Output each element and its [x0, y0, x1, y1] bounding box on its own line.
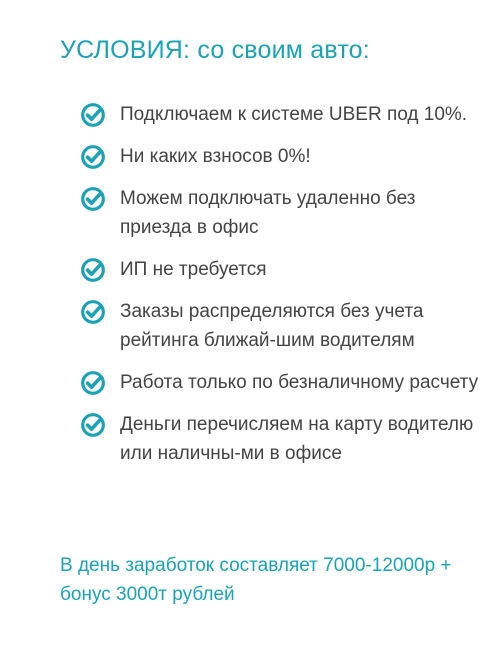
list-item: ИП не требуется [80, 255, 490, 284]
conditions-list: Подключаем к системе UBER под 10%. Ни ка… [80, 100, 490, 481]
list-item: Ни каких взносов 0%! [80, 142, 490, 171]
check-circle-icon [80, 412, 106, 438]
condition-text: Подключаем к системе UBER под 10%. [120, 104, 468, 125]
list-item: Работа только по безналичному расчету [80, 368, 490, 397]
check-circle-icon [80, 102, 106, 128]
check-circle-icon [80, 370, 106, 396]
check-circle-icon [80, 186, 106, 212]
condition-text: Ни каких взносов 0%! [120, 146, 311, 167]
condition-text: ИП не требуется [120, 259, 267, 280]
list-item: Можем подключать удаленно без приезда в … [80, 184, 490, 242]
list-item: Заказы распределяются без учета рейтинга… [80, 297, 490, 355]
page-title: УСЛОВИЯ: со своим авто: [60, 36, 370, 64]
condition-text: Работа только по безналичному расчету [120, 372, 479, 393]
list-item: Подключаем к системе UBER под 10%. [80, 100, 490, 129]
condition-text: Можем подключать удаленно без приезда в … [120, 188, 416, 238]
check-circle-icon [80, 299, 106, 325]
condition-text: Заказы распределяются без учета рейтинга… [120, 301, 424, 351]
check-circle-icon [80, 257, 106, 283]
earnings-note: В день заработок составляет 7000-12000р … [60, 555, 452, 605]
list-item: Деньги перечисляем на карту водителю или… [80, 410, 490, 468]
check-circle-icon [80, 144, 106, 170]
condition-text: Деньги перечисляем на карту водителю или… [120, 414, 474, 464]
